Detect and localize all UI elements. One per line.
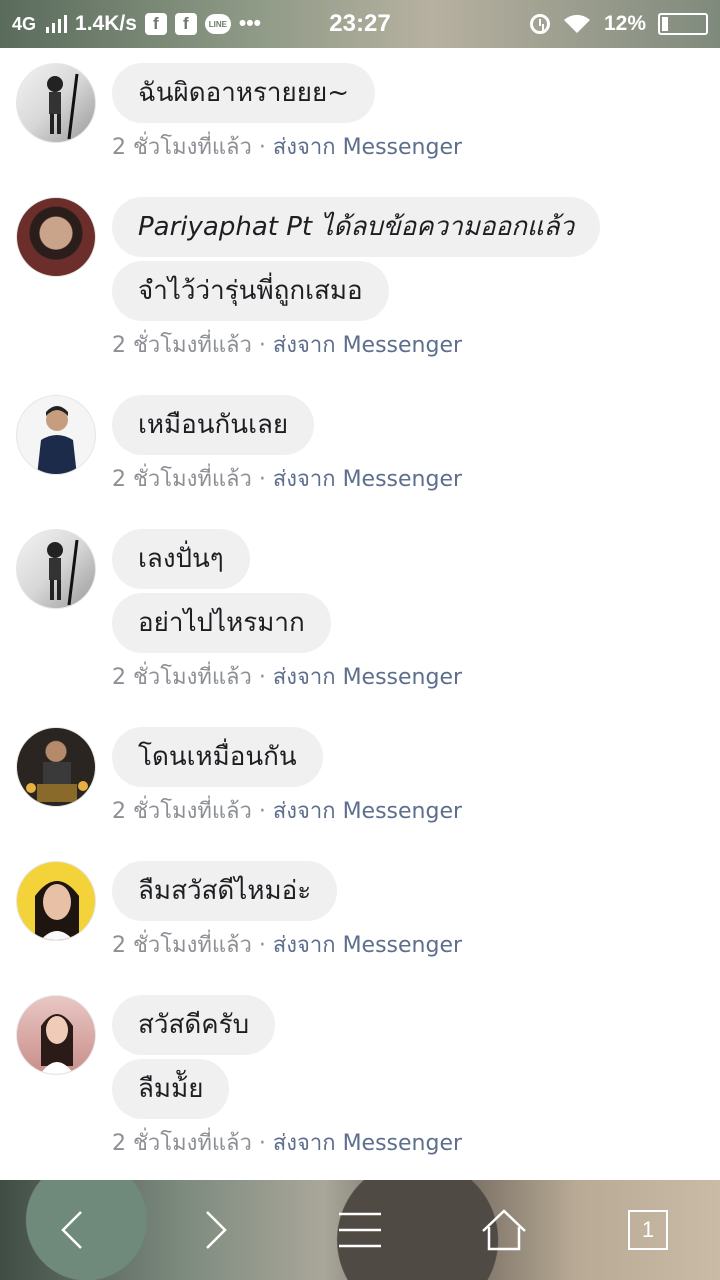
avatar[interactable]	[16, 197, 96, 277]
comment-meta: 2 ชั่วโมงที่แล้ว · ส่งจาก Messenger	[112, 793, 462, 828]
comment-source-link[interactable]: ส่งจาก Messenger	[273, 799, 462, 824]
menu-button[interactable]	[320, 1190, 400, 1270]
comment-bubble[interactable]: Pariyaphat Pt ได้ลบข้อความออกแล้ว	[112, 197, 601, 257]
comment-source-link[interactable]: ส่งจาก Messenger	[273, 467, 462, 492]
battery-percent: 12%	[603, 12, 646, 35]
meta-separator: ·	[251, 333, 273, 358]
comment-bubble[interactable]: เลงปั่นๆ	[112, 529, 250, 589]
battery-icon	[658, 13, 708, 35]
comment-source-link[interactable]: ส่งจาก Messenger	[273, 1131, 462, 1156]
alarm-icon	[529, 14, 550, 34]
meta-separator: ·	[251, 665, 273, 690]
comment-time: 2 ชั่วโมงที่แล้ว	[112, 333, 252, 358]
comment-meta: 2 ชั่วโมงที่แล้ว · ส่งจาก Messenger	[112, 1125, 462, 1160]
meta-separator: ·	[251, 135, 273, 160]
status-bar: 4G 1.4K/s f f LINE ••• 23:27 12%	[0, 0, 720, 48]
meta-separator: ·	[251, 933, 273, 958]
avatar[interactable]	[16, 861, 96, 941]
back-button[interactable]	[32, 1190, 112, 1270]
comment-bubble[interactable]: ลืมสวัสดีไหมอ่ะ	[112, 861, 338, 921]
forward-button[interactable]	[176, 1190, 256, 1270]
comment-feed[interactable]: ฉันผิดอาหรายยย~ 2 ชั่วโมงที่แล้ว · ส่งจา…	[0, 48, 720, 1180]
comment-source-link[interactable]: ส่งจาก Messenger	[273, 135, 462, 160]
meta-separator: ·	[251, 799, 273, 824]
facebook-icon: f	[174, 13, 197, 35]
status-left: 4G 1.4K/s f f LINE •••	[12, 12, 261, 36]
meta-separator: ·	[251, 467, 273, 492]
avatar[interactable]	[16, 727, 96, 807]
home-icon	[482, 1209, 526, 1251]
status-right: 12%	[529, 12, 708, 36]
signal-icon	[46, 15, 68, 33]
home-button[interactable]	[464, 1190, 544, 1270]
comment-bubble[interactable]: ลืมม้ัย	[112, 1059, 230, 1119]
avatar[interactable]	[16, 63, 96, 143]
comment-source-link[interactable]: ส่งจาก Messenger	[273, 665, 462, 690]
bottom-nav-bar: 1	[0, 1180, 720, 1280]
deleted-message-text: ได้ลบข้อความออกแล้ว	[312, 212, 575, 242]
deleted-author: Pariyaphat Pt	[138, 212, 313, 242]
comment-meta: 2 ชั่วโมงที่แล้ว · ส่งจาก Messenger	[112, 659, 462, 694]
avatar[interactable]	[16, 995, 96, 1075]
wifi-icon	[563, 14, 590, 33]
comment-time: 2 ชั่วโมงที่แล้ว	[112, 1131, 252, 1156]
line-app-icon: LINE	[204, 14, 231, 34]
comment-meta: 2 ชั่วโมงที่แล้ว · ส่งจาก Messenger	[112, 129, 462, 164]
network-speed: 1.4K/s	[75, 12, 137, 35]
comment-bubble[interactable]: จำไว้ว่ารุ่นพี่ถูกเสมอ	[112, 261, 389, 321]
more-notifications-icon: •••	[238, 12, 261, 35]
comment-bubble[interactable]: ฉันผิดอาหรายยย~	[112, 63, 376, 123]
comment-meta: 2 ชั่วโมงที่แล้ว · ส่งจาก Messenger	[112, 327, 600, 362]
avatar[interactable]	[16, 529, 96, 609]
facebook-icon: f	[144, 13, 167, 35]
comment-time: 2 ชั่วโมงที่แล้ว	[112, 135, 252, 160]
comment-meta: 2 ชั่วโมงที่แล้ว · ส่งจาก Messenger	[112, 461, 462, 496]
comment-time: 2 ชั่วโมงที่แล้ว	[112, 467, 252, 492]
chevron-left-icon	[61, 1211, 82, 1249]
comment-bubble[interactable]: อย่าไปไหรมาก	[112, 593, 331, 653]
network-type: 4G	[12, 13, 37, 34]
comment-time: 2 ชั่วโมงที่แล้ว	[112, 933, 252, 958]
chevron-right-icon	[206, 1211, 227, 1249]
tabs-button[interactable]: 1	[608, 1190, 688, 1270]
comment-bubble[interactable]: โดนเหมื่อนกัน	[112, 727, 323, 787]
avatar[interactable]	[16, 395, 96, 475]
meta-separator: ·	[251, 1131, 273, 1156]
comment-source-link[interactable]: ส่งจาก Messenger	[273, 933, 462, 958]
menu-icon	[339, 1212, 381, 1248]
comment-source-link[interactable]: ส่งจาก Messenger	[273, 333, 462, 358]
comment-time: 2 ชั่วโมงที่แล้ว	[112, 665, 252, 690]
comment-time: 2 ชั่วโมงที่แล้ว	[112, 799, 252, 824]
comment-bubble[interactable]: สวัสดีครับ	[112, 995, 276, 1055]
tab-count-badge: 1	[628, 1210, 668, 1250]
comment-meta: 2 ชั่วโมงที่แล้ว · ส่งจาก Messenger	[112, 927, 462, 962]
comment-bubble[interactable]: เหมือนกันเลย	[112, 395, 315, 455]
